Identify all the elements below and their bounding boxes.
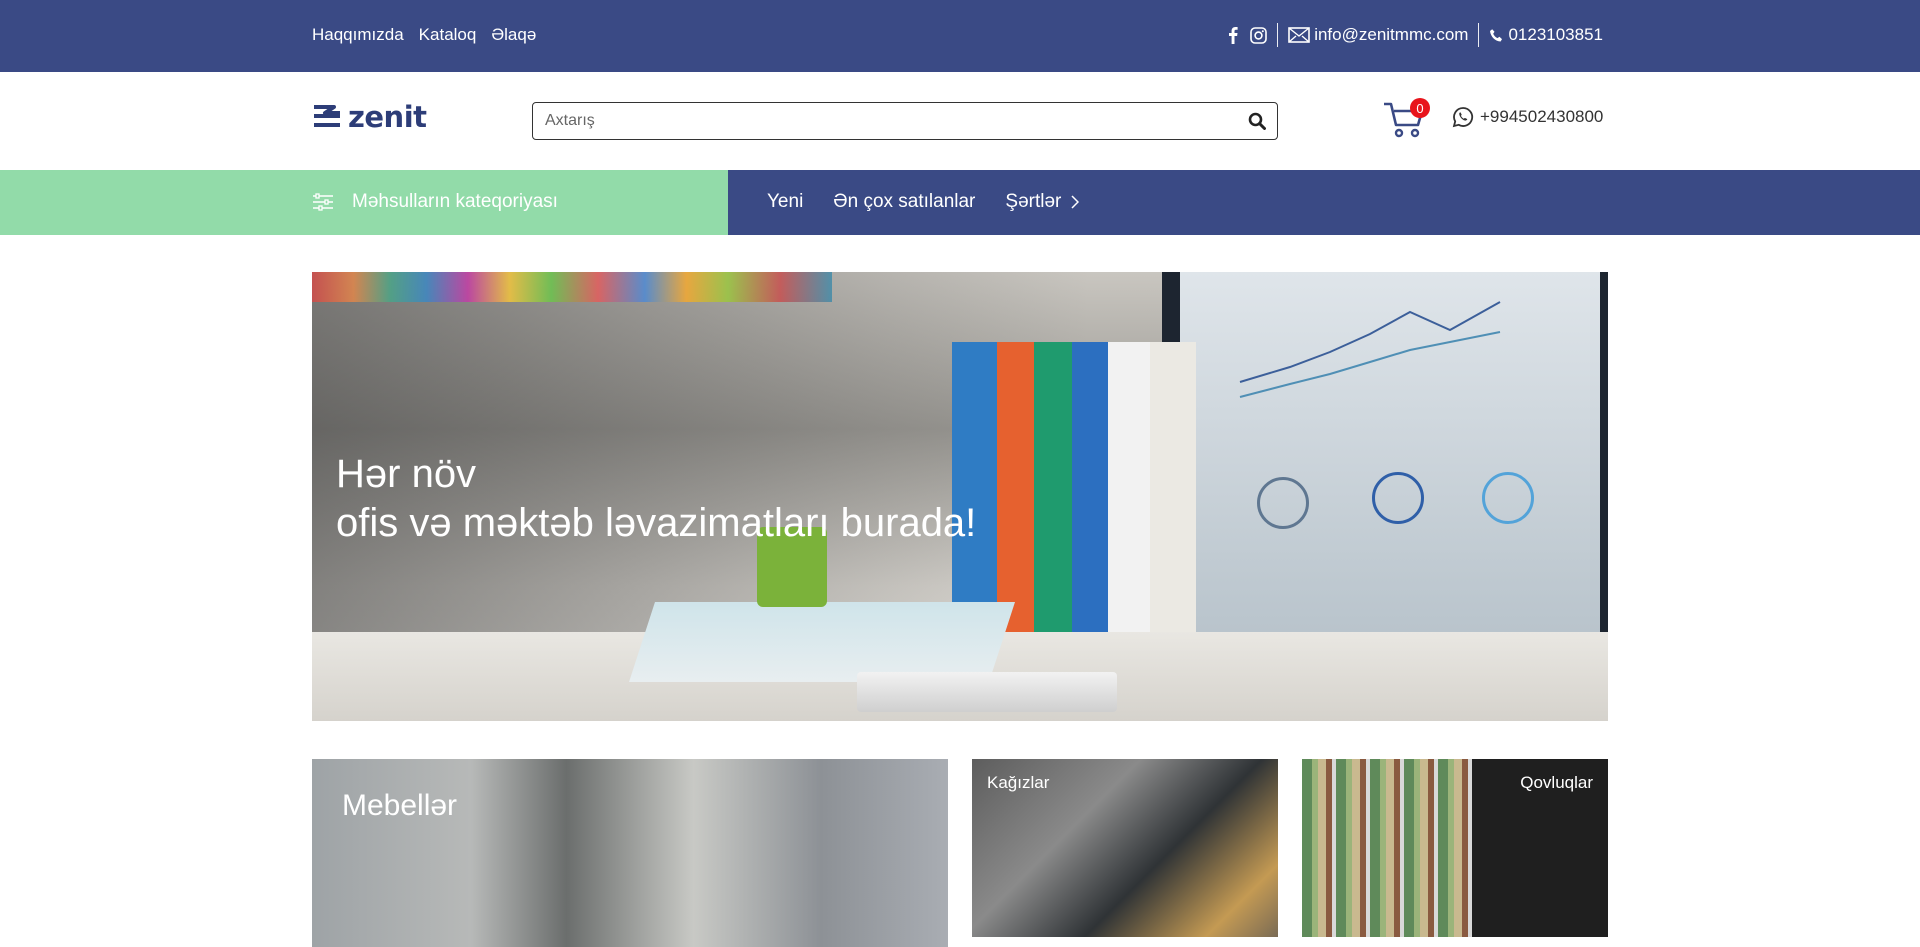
chevron-right-icon xyxy=(1071,195,1080,209)
whatsapp-contact[interactable]: +994502430800 xyxy=(1452,106,1603,128)
menu-item-new[interactable]: Yeni xyxy=(767,191,803,213)
hero-screen-decoration xyxy=(1180,272,1600,632)
mail-icon xyxy=(1288,27,1311,43)
categories-label: Məhsulların kateqoriyası xyxy=(352,191,558,212)
category-bar: Məhsulların kateqoriyası Yeni Ən çox sat… xyxy=(0,170,1920,235)
nav-link-catalog[interactable]: Kataloq xyxy=(419,25,477,45)
email-link[interactable]: info@zenitmmc.com xyxy=(1314,25,1468,45)
hero-title-line1: Hər növ xyxy=(336,452,477,496)
hero-keyboard-decoration xyxy=(857,672,1117,712)
phone-link[interactable]: 0123103851 xyxy=(1508,25,1603,45)
top-contacts: info@zenitmmc.com 0123103851 xyxy=(1228,22,1603,48)
hero-binder-decoration xyxy=(1034,342,1072,672)
divider xyxy=(1277,23,1279,47)
whatsapp-phone: +994502430800 xyxy=(1480,107,1604,126)
hero-ring-decoration xyxy=(1257,477,1309,529)
tile-folders-label: Qovluqlar xyxy=(1520,773,1593,792)
whatsapp-icon xyxy=(1452,107,1474,128)
facebook-icon[interactable] xyxy=(1228,26,1238,44)
categories-toggle[interactable]: Məhsulların kateqoriyası xyxy=(0,170,728,235)
tile-furniture[interactable]: Mebellər xyxy=(312,759,948,947)
top-bar: Haqqımızda Kataloq Əlaqə info@zenitmmc.c… xyxy=(0,0,1920,72)
nav-link-contact[interactable]: Əlaqə xyxy=(491,25,536,45)
hero-title-line2: ofis və məktəb ləvazimatları burada! xyxy=(336,501,977,545)
tile-furniture-label: Mebellər xyxy=(342,789,458,822)
tile-papers-label: Kağızlar xyxy=(987,773,1050,792)
tile-papers[interactable]: Kağızlar xyxy=(972,759,1278,937)
hero-chart-decoration xyxy=(1239,301,1501,398)
filter-sliders-icon xyxy=(313,193,333,211)
menu-item-terms-label: Şərtlər xyxy=(1005,191,1062,212)
hero-banner[interactable]: Hər növ ofis və məktəb ləvazimatları bur… xyxy=(312,272,1608,721)
hero-binder-decoration xyxy=(1150,342,1196,672)
menu-item-terms[interactable]: Şərtlər xyxy=(1005,191,1080,213)
top-nav: Haqqımızda Kataloq Əlaqə xyxy=(312,25,536,45)
search-icon xyxy=(1248,112,1266,130)
search-button[interactable] xyxy=(1237,103,1277,139)
menu-item-bestsellers[interactable]: Ən çox satılanlar xyxy=(833,191,975,213)
instagram-icon[interactable] xyxy=(1250,26,1268,44)
logo[interactable]: zenit xyxy=(312,100,427,134)
tile-folders[interactable]: Qovluqlar xyxy=(1302,759,1608,937)
logo-mark-icon xyxy=(314,105,340,127)
search-input[interactable] xyxy=(533,103,1237,139)
cart-button[interactable]: 0 xyxy=(1382,98,1430,140)
hero-papers-decoration xyxy=(629,602,1015,682)
nav-link-about[interactable]: Haqqımızda xyxy=(312,25,404,45)
search-bar xyxy=(532,102,1278,140)
phone-icon xyxy=(1489,28,1504,43)
hero-shelf-decoration xyxy=(312,272,832,302)
hero-ring-decoration xyxy=(1482,472,1534,524)
hero-binder-decoration xyxy=(1072,342,1108,672)
hero-ring-decoration xyxy=(1372,472,1424,524)
hero-title: Hər növ ofis və məktəb ləvazimatları bur… xyxy=(336,450,976,548)
logo-text: zenit xyxy=(348,100,427,134)
hero-binder-decoration xyxy=(1108,342,1150,672)
main-menu: Yeni Ən çox satılanlar Şərtlər xyxy=(767,191,1080,213)
divider xyxy=(1478,23,1480,47)
cart-count-badge: 0 xyxy=(1410,98,1430,118)
header: zenit 0 +994502430800 xyxy=(0,72,1920,170)
